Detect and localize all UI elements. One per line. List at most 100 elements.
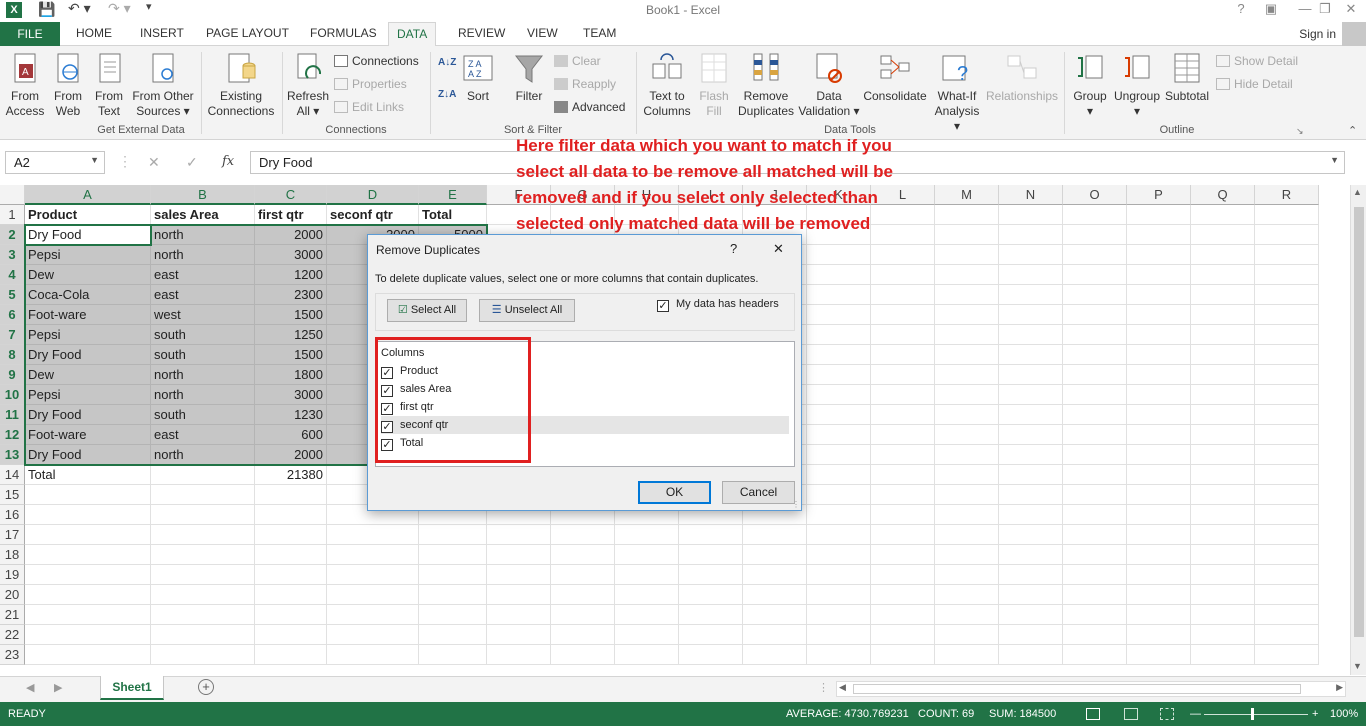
cell-o19[interactable] [1063, 565, 1127, 585]
group-button[interactable]: Group ▾ [1068, 52, 1112, 119]
cell-h20[interactable] [615, 585, 679, 605]
cell-q22[interactable] [1191, 625, 1255, 645]
row-header-6[interactable]: 6 [0, 305, 25, 325]
cell-d23[interactable] [327, 645, 419, 665]
cell-o5[interactable] [1063, 285, 1127, 305]
edit-links-button[interactable]: Edit Links [334, 98, 404, 116]
cell-o1[interactable] [1063, 205, 1127, 225]
cell-o16[interactable] [1063, 505, 1127, 525]
cell-e19[interactable] [419, 565, 487, 585]
cell-g22[interactable] [551, 625, 615, 645]
cell-c6[interactable]: 1500 [255, 305, 327, 325]
row-header-20[interactable]: 20 [0, 585, 25, 605]
from-other-sources-button[interactable]: From Other Sources ▾ [130, 52, 196, 119]
undo-icon[interactable]: ↶ ▾ [68, 0, 91, 20]
cell-q23[interactable] [1191, 645, 1255, 665]
ok-button[interactable]: OK [638, 481, 711, 504]
scroll-right-icon[interactable]: ▶ [1336, 682, 1343, 693]
cell-a23[interactable] [25, 645, 151, 665]
cell-b1[interactable]: sales Area [151, 205, 255, 225]
cell-c1[interactable]: first qtr [255, 205, 327, 225]
cell-o11[interactable] [1063, 405, 1127, 425]
cell-a13[interactable]: Dry Food [25, 445, 151, 465]
cell-o7[interactable] [1063, 325, 1127, 345]
cell-j20[interactable] [743, 585, 807, 605]
cell-p18[interactable] [1127, 545, 1191, 565]
cell-m9[interactable] [935, 365, 999, 385]
row-header-11[interactable]: 11 [0, 405, 25, 425]
unselect-all-button[interactable]: ☰ Unselect All [479, 299, 575, 322]
cell-k5[interactable] [807, 285, 871, 305]
cell-a1[interactable]: Product [25, 205, 151, 225]
cell-f23[interactable] [487, 645, 551, 665]
cell-q16[interactable] [1191, 505, 1255, 525]
cell-q11[interactable] [1191, 405, 1255, 425]
cell-l19[interactable] [871, 565, 935, 585]
cell-r6[interactable] [1255, 305, 1319, 325]
cell-m11[interactable] [935, 405, 999, 425]
cell-c20[interactable] [255, 585, 327, 605]
row-header-5[interactable]: 5 [0, 285, 25, 305]
cell-f22[interactable] [487, 625, 551, 645]
row-header-1[interactable]: 1 [0, 205, 25, 225]
cell-o20[interactable] [1063, 585, 1127, 605]
cell-q21[interactable] [1191, 605, 1255, 625]
cell-a16[interactable] [25, 505, 151, 525]
cell-p9[interactable] [1127, 365, 1191, 385]
cell-p3[interactable] [1127, 245, 1191, 265]
tab-page-layout[interactable]: PAGE LAYOUT [206, 26, 289, 40]
cell-o8[interactable] [1063, 345, 1127, 365]
cell-r12[interactable] [1255, 425, 1319, 445]
reapply-button[interactable]: Reapply [554, 75, 616, 93]
cell-k9[interactable] [807, 365, 871, 385]
cell-g20[interactable] [551, 585, 615, 605]
cell-h21[interactable] [615, 605, 679, 625]
cell-o18[interactable] [1063, 545, 1127, 565]
cell-k8[interactable] [807, 345, 871, 365]
cell-q12[interactable] [1191, 425, 1255, 445]
cell-a8[interactable]: Dry Food [25, 345, 151, 365]
prev-sheet-icon[interactable]: ◀ [26, 681, 34, 694]
subtotal-button[interactable]: Subtotal [1162, 52, 1212, 104]
cell-l13[interactable] [871, 445, 935, 465]
cell-c17[interactable] [255, 525, 327, 545]
cell-m23[interactable] [935, 645, 999, 665]
cell-r18[interactable] [1255, 545, 1319, 565]
scroll-down-icon[interactable]: ▼ [1353, 661, 1362, 671]
cell-k10[interactable] [807, 385, 871, 405]
cell-e23[interactable] [419, 645, 487, 665]
cell-n5[interactable] [999, 285, 1063, 305]
cell-h18[interactable] [615, 545, 679, 565]
cell-n21[interactable] [999, 605, 1063, 625]
cell-k12[interactable] [807, 425, 871, 445]
row-header-23[interactable]: 23 [0, 645, 25, 665]
sheet-tab-sheet1[interactable]: Sheet1 [100, 676, 164, 700]
cell-k15[interactable] [807, 485, 871, 505]
row-header-2[interactable]: 2 [0, 225, 25, 245]
cell-q20[interactable] [1191, 585, 1255, 605]
cell-o3[interactable] [1063, 245, 1127, 265]
cell-b6[interactable]: west [151, 305, 255, 325]
cell-o15[interactable] [1063, 485, 1127, 505]
row-header-8[interactable]: 8 [0, 345, 25, 365]
column-header-o[interactable]: O [1063, 185, 1127, 205]
cell-q5[interactable] [1191, 285, 1255, 305]
cell-r21[interactable] [1255, 605, 1319, 625]
column-header-b[interactable]: B [151, 185, 255, 205]
cell-n4[interactable] [999, 265, 1063, 285]
cell-n6[interactable] [999, 305, 1063, 325]
cell-c21[interactable] [255, 605, 327, 625]
cell-l7[interactable] [871, 325, 935, 345]
cell-e20[interactable] [419, 585, 487, 605]
cell-e1[interactable]: Total [419, 205, 487, 225]
cell-r7[interactable] [1255, 325, 1319, 345]
cell-l22[interactable] [871, 625, 935, 645]
cell-a14[interactable]: Total [25, 465, 151, 485]
cell-q18[interactable] [1191, 545, 1255, 565]
cell-f21[interactable] [487, 605, 551, 625]
cell-n18[interactable] [999, 545, 1063, 565]
cell-b16[interactable] [151, 505, 255, 525]
cell-a5[interactable]: Coca-Cola [25, 285, 151, 305]
cell-n15[interactable] [999, 485, 1063, 505]
cell-c5[interactable]: 2300 [255, 285, 327, 305]
